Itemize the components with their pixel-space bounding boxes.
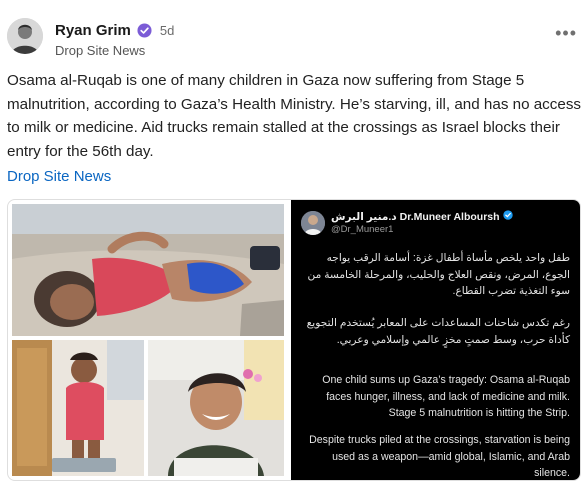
author-name[interactable]: Ryan Grim xyxy=(55,22,131,39)
tweet-arabic-para-1: طفل واحد يلخص مأساة أطفال غزة: أسامة الر… xyxy=(307,252,570,297)
verified-badge-icon xyxy=(137,23,152,38)
tweet-handle: @Dr_Muneer1 xyxy=(331,224,394,235)
embedded-tweet-image[interactable]: د.منير البرش Dr.Muneer Alboursh @Dr_Mune… xyxy=(291,200,580,480)
post-media-grid: د.منير البرش Dr.Muneer Alboursh @Dr_Mune… xyxy=(7,199,581,481)
post-body: Osama al-Ruqab is one of many children i… xyxy=(7,72,582,160)
tweet-verified-icon xyxy=(502,210,513,223)
author-row: Ryan Grim 5d xyxy=(55,22,174,39)
post-header: Ryan Grim 5d Drop Site News ••• xyxy=(7,18,581,64)
more-options-icon[interactable]: ••• xyxy=(555,24,577,42)
drop-site-news-link[interactable]: Drop Site News xyxy=(7,168,111,185)
child-smiling-photo[interactable] xyxy=(148,340,284,476)
tweet-arabic-para-2: رغم تكدس شاحنات المساعدات على المعابر يُ… xyxy=(306,317,570,346)
tweet-author-name: د.منير البرش Dr.Muneer Alboursh xyxy=(331,210,513,223)
author-subtitle: Drop Site News xyxy=(55,43,146,58)
tweet-avatar xyxy=(301,211,325,235)
child-standing-photo[interactable] xyxy=(12,340,144,476)
post-time[interactable]: 5d xyxy=(160,23,174,38)
tweet-author-text: د.منير البرش Dr.Muneer Alboursh xyxy=(331,210,500,223)
tweet-english-para-2: Despite trucks piled at the crossings, s… xyxy=(309,434,570,479)
child-lying-photo[interactable] xyxy=(12,204,284,336)
tweet-english-para-1: One child sums up Gaza’s tragedy: Osama … xyxy=(322,374,570,419)
author-avatar[interactable] xyxy=(7,18,43,54)
